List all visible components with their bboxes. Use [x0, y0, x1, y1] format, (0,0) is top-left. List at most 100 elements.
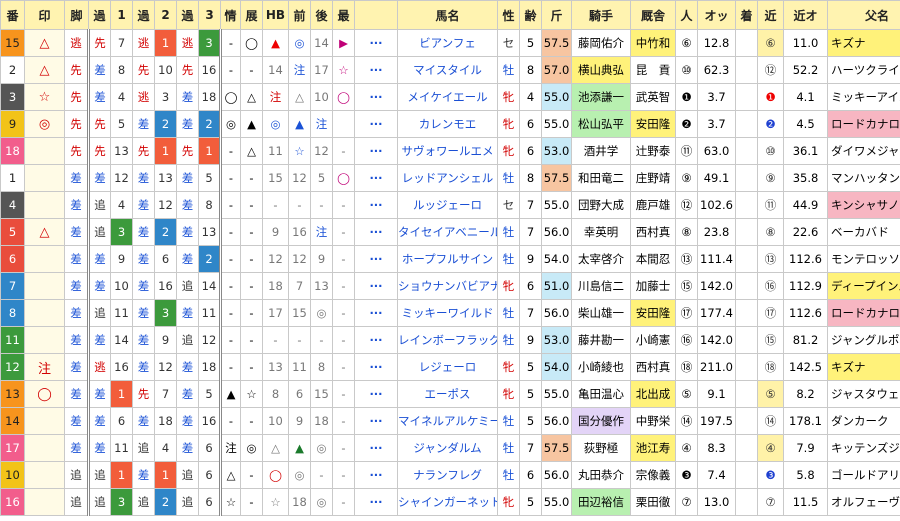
table-row[interactable]: 15 △ 逃先 7 逃 1 逃 3- ◯ ▲ ◎ 14 ▶ ··· ビアンフェセ 5 57.5 藤岡佑介 中竹和 ⑥ 1…	[0, 29, 900, 57]
table-row[interactable]: 7 差差 10 差 16 追 14- -18 7 13- ··· ショウナンバビアナ牝 6 51.0 川島信…	[0, 272, 900, 300]
horse-name[interactable]: ナランフレグ	[397, 461, 498, 489]
column-header[interactable]: 前	[288, 0, 311, 30]
column-header[interactable]: 過	[132, 0, 155, 30]
column-header[interactable]: 1	[110, 0, 133, 30]
table-row[interactable]: 8 差追 11 差 3 差 11- -17 15 ◎ - ··· ミッキーワイルド牡 7 56.0 柴山雄一安…	[0, 299, 900, 327]
table-row[interactable]: 16 追追 3 追 2 追 6 ☆ - ☆ 18 ◎ - ··· シャインガーネット牝 5 55.0 田辺裕信 栗田…	[0, 488, 900, 516]
prediction-mark[interactable]	[24, 299, 65, 327]
column-header[interactable]: 後	[310, 0, 333, 30]
column-header[interactable]: 過	[88, 0, 111, 30]
table-row[interactable]: 10 追追 1 差 1 追 6 △ - ◯ ◎ - - ··· ナランフレグ牡 6 56.0 丸田恭介 宗像義 ❸ 7.…	[0, 461, 900, 489]
prediction-mark[interactable]	[24, 191, 65, 219]
table-row[interactable]: 1 差差 12 差 13 差 5- -15 12 5 ◯ ··· レッドアンシェル牡 8 57.5 和田竜二庄…	[0, 164, 900, 192]
table-row[interactable]: 4 差追 4 差 12 差 8- - - - - - ··· ルッジェーロセ 7 55.0 団野大成 鹿戸雄 ⑫ 10…	[0, 191, 900, 219]
more-options-icon[interactable]: ···	[354, 218, 398, 246]
column-header[interactable]: 3	[198, 0, 221, 30]
horse-name[interactable]: ショウナンバビアナ	[397, 272, 498, 300]
table-row[interactable]: 9 ◎ 先先 5 差 2 差 2 ◎ ▲ ◎ ▲ 注 ··· カレンモエ牝 6 55.0 松山弘平 安田隆 ❷ 3.7 ❷…	[0, 110, 900, 138]
table-row[interactable]: 2 △ 先差 8 先 10 先 16- -14 注 17 ☆ ··· マイスタイル牡 8 57.0 横山典弘昆 …	[0, 56, 900, 84]
table-row[interactable]: 6 差差 9 差 6 差 2- -12 12 9- ··· ホープフルサイン牡 9 54.0 太宰啓介 本間忍…	[0, 245, 900, 273]
column-header[interactable]: 厩舎	[630, 0, 676, 30]
more-options-icon[interactable]: ···	[354, 245, 398, 273]
column-header[interactable]: 近オ	[783, 0, 828, 30]
horse-name[interactable]: レッドアンシェル	[397, 164, 498, 192]
table-row[interactable]: 11 差差 14 差 9 追 12- - - - - - ··· レインボーフラッグ牡 9 53.0 藤井勘一小…	[0, 326, 900, 354]
column-header[interactable]: 最	[332, 0, 355, 30]
column-header[interactable]: 番	[0, 0, 25, 30]
horse-name[interactable]: ミッキーワイルド	[397, 299, 498, 327]
more-options-icon[interactable]: ···	[354, 110, 398, 138]
prediction-mark[interactable]: ◎	[24, 110, 65, 138]
column-header[interactable]: 父名	[827, 0, 900, 30]
more-options-icon[interactable]: ···	[354, 461, 398, 489]
prediction-mark[interactable]	[24, 461, 65, 489]
column-header[interactable]: 馬名	[397, 0, 498, 30]
prediction-mark[interactable]	[24, 488, 65, 516]
horse-name[interactable]: メイケイエール	[397, 83, 498, 111]
more-options-icon[interactable]: ···	[354, 488, 398, 516]
column-header[interactable]: 近	[757, 0, 784, 30]
prediction-mark[interactable]: △	[24, 218, 65, 246]
prediction-mark[interactable]	[24, 326, 65, 354]
horse-name[interactable]: ルッジェーロ	[397, 191, 498, 219]
column-header[interactable]: オッ	[697, 0, 736, 30]
prediction-mark[interactable]	[24, 407, 65, 435]
horse-name[interactable]: マイスタイル	[397, 56, 498, 84]
column-header[interactable]: 斤	[541, 0, 572, 30]
horse-name[interactable]: マイネルアルケミー	[397, 407, 498, 435]
prediction-mark[interactable]	[24, 164, 65, 192]
prediction-mark[interactable]	[24, 137, 65, 165]
table-row[interactable]: 5 △ 差追 3 差 2 差 13- -9 16 注 - ··· タイセイアベニール牡 7 56.0 幸英明 西村…	[0, 218, 900, 246]
column-header[interactable]: 2	[154, 0, 177, 30]
prediction-mark[interactable]	[24, 272, 65, 300]
prediction-mark[interactable]: ◯	[24, 380, 65, 408]
horse-name[interactable]: ビアンフェ	[397, 29, 498, 57]
prediction-mark[interactable]: △	[24, 56, 65, 84]
more-options-icon[interactable]: ···	[354, 299, 398, 327]
prediction-mark[interactable]: ☆	[24, 83, 65, 111]
more-options-icon[interactable]: ···	[354, 272, 398, 300]
more-options-icon[interactable]: ···	[354, 326, 398, 354]
more-options-icon[interactable]: ···	[354, 83, 398, 111]
column-header[interactable]: 脚	[64, 0, 89, 30]
horse-name[interactable]: エーポス	[397, 380, 498, 408]
more-options-icon[interactable]: ···	[354, 29, 398, 57]
column-header[interactable]: 騎手	[571, 0, 631, 30]
more-options-icon[interactable]: ···	[354, 434, 398, 462]
prediction-mark[interactable]: 注	[24, 353, 65, 381]
column-header[interactable]: 情	[220, 0, 241, 30]
more-options-icon[interactable]: ···	[354, 191, 398, 219]
horse-name[interactable]: レジェーロ	[397, 353, 498, 381]
more-options-icon[interactable]: ···	[354, 56, 398, 84]
prediction-mark[interactable]: △	[24, 29, 65, 57]
table-row[interactable]: 17 差差 11 追 4 差 6 注 ◎ △ ▲ ◎ - ··· ジャンダルム牡 7 57.5 荻野極 池江寿 ④ 8.…	[0, 434, 900, 462]
horse-name[interactable]: レインボーフラッグ	[397, 326, 498, 354]
table-row[interactable]: 14 差差 6 差 18 差 16- -10 9 18- ··· マイネルアルケミー牡 5 56.0 国分優…	[0, 407, 900, 435]
column-header[interactable]	[354, 0, 398, 30]
column-header[interactable]: 着	[735, 0, 758, 30]
table-row[interactable]: 18 先先 13 先 1 先 1- △ 11 ☆ 12- ··· サヴォワールエメ牝 6 53.0 酒井学 辻野…	[0, 137, 900, 165]
horse-name[interactable]: ジャンダルム	[397, 434, 498, 462]
horse-name[interactable]: ホープフルサイン	[397, 245, 498, 273]
prediction-mark[interactable]	[24, 434, 65, 462]
table-row[interactable]: 12 注差逃 16 差 12 差 18- -13 11 8- ··· レジェーロ牝 5 54.0 小崎綾也西…	[0, 353, 900, 381]
column-header[interactable]: HB	[262, 0, 289, 30]
more-options-icon[interactable]: ···	[354, 380, 398, 408]
more-options-icon[interactable]: ···	[354, 407, 398, 435]
column-header[interactable]: 印	[24, 0, 65, 30]
table-row[interactable]: 13 ◯ 差差 1 先 7 差 5 ▲ ☆ 8 6 15- ··· エーポス牝 5 55.0 亀田温心 北出成 ⑤ 9.…	[0, 380, 900, 408]
horse-name[interactable]: タイセイアベニール	[397, 218, 498, 246]
horse-name[interactable]: カレンモエ	[397, 110, 498, 138]
horse-name[interactable]: サヴォワールエメ	[397, 137, 498, 165]
column-header[interactable]: 性	[497, 0, 520, 30]
column-header[interactable]: 齢	[519, 0, 542, 30]
more-options-icon[interactable]: ···	[354, 353, 398, 381]
column-header[interactable]: 過	[176, 0, 199, 30]
table-row[interactable]: 3 ☆ 先差 4 逃 3 差 18 ◯ △ 注 △ 10 ◯ ··· メイケイエール牝 4 55.0 池添謙一 武英智…	[0, 83, 900, 111]
column-header[interactable]: 人	[675, 0, 698, 30]
more-options-icon[interactable]: ···	[354, 164, 398, 192]
more-options-icon[interactable]: ···	[354, 137, 398, 165]
prediction-mark[interactable]	[24, 245, 65, 273]
column-header[interactable]: 展	[240, 0, 263, 30]
horse-name[interactable]: シャインガーネット	[397, 488, 498, 516]
